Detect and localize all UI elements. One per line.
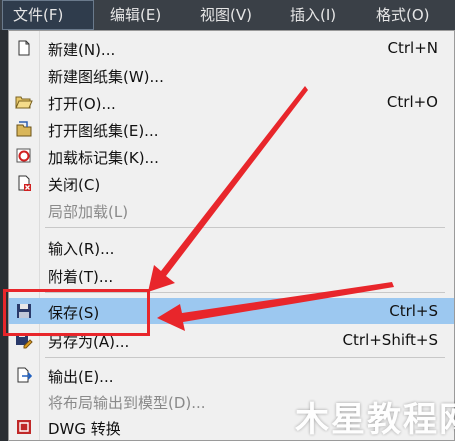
watermark: 木星教程网 bbox=[295, 400, 455, 440]
annotation-arrow-lower bbox=[157, 282, 394, 331]
annotation-arrow-upper bbox=[148, 86, 308, 292]
annotation-arrows bbox=[148, 86, 394, 331]
